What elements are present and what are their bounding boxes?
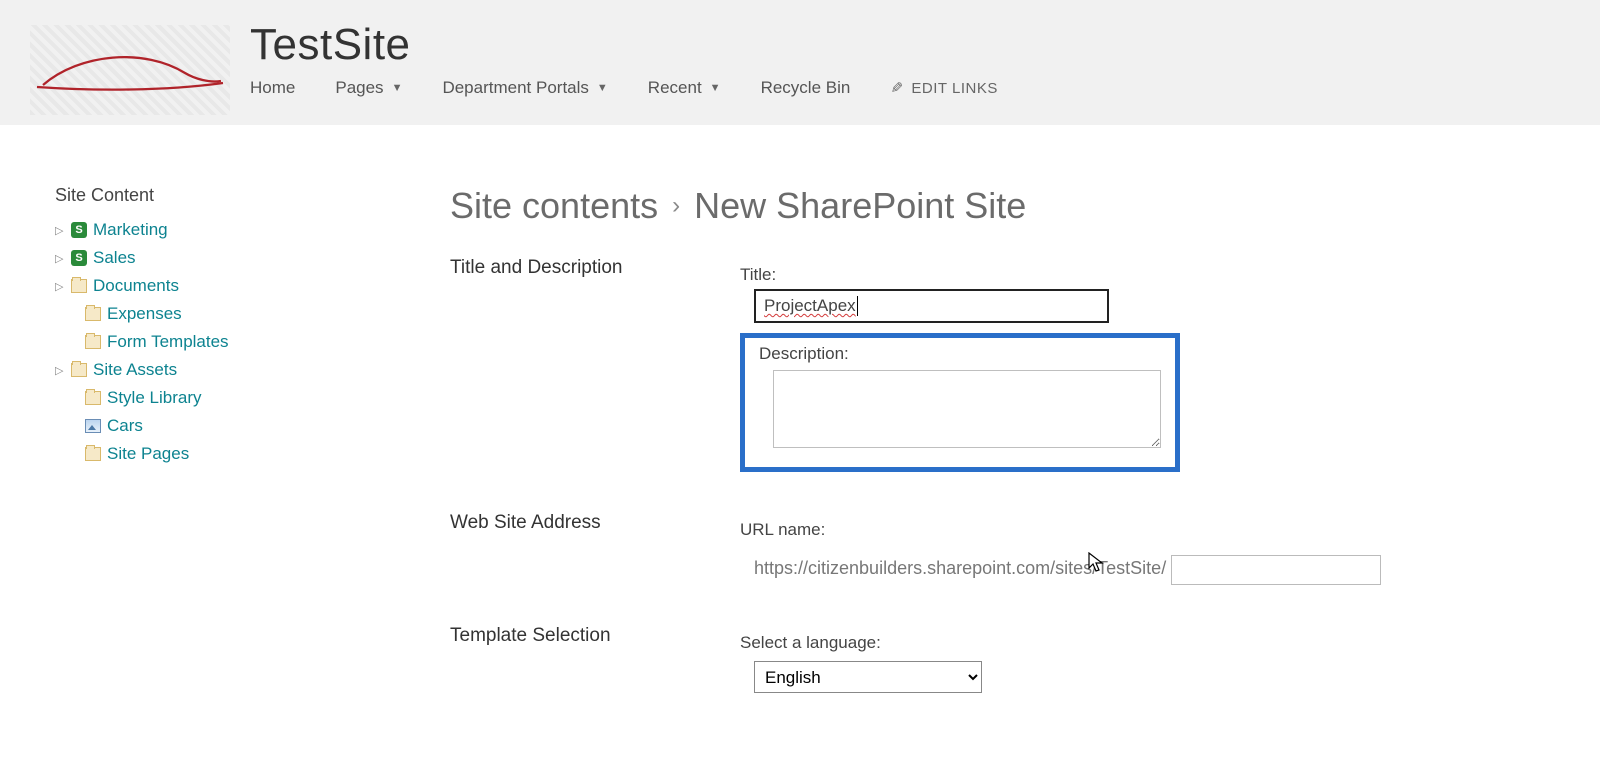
sidebar-item-form-templates[interactable]: Form Templates <box>55 328 290 356</box>
sidebar-item-marketing[interactable]: ▷ S Marketing <box>55 216 290 244</box>
sidebar-item-label: Form Templates <box>107 332 229 352</box>
caret-down-icon: ▼ <box>392 82 403 94</box>
sidebar-item-label: Site Pages <box>107 444 189 464</box>
folder-icon <box>85 306 101 322</box>
breadcrumb: Site contents › New SharePoint Site <box>450 185 1560 227</box>
nav-recent[interactable]: Recent▼ <box>648 78 721 98</box>
nav-department-portals[interactable]: Department Portals▼ <box>442 78 607 98</box>
sidebar-item-sales[interactable]: ▷ S Sales <box>55 244 290 272</box>
section-template-selection: Template Selection <box>450 625 740 647</box>
url-prefix: https://citizenbuilders.sharepoint.com/s… <box>754 558 1166 579</box>
description-highlight-box: Description: <box>740 333 1180 472</box>
sidebar-item-label: Site Assets <box>93 360 177 380</box>
expand-icon[interactable]: ▷ <box>55 364 67 377</box>
folder-icon <box>85 334 101 350</box>
car-logo-icon <box>35 45 225 95</box>
expand-icon[interactable]: ▷ <box>55 252 67 265</box>
sidebar-item-site-pages[interactable]: Site Pages <box>55 440 290 468</box>
sidebar-item-label: Sales <box>93 248 136 268</box>
sidebar-item-expenses[interactable]: Expenses <box>55 300 290 328</box>
top-nav: Home Pages▼ Department Portals▼ Recent▼ … <box>250 78 998 98</box>
language-select[interactable]: English <box>754 661 982 693</box>
breadcrumb-separator-icon: › <box>672 192 680 220</box>
url-name-input[interactable] <box>1171 555 1381 585</box>
description-textarea[interactable] <box>773 370 1161 448</box>
url-name-label: URL name: <box>740 520 1560 540</box>
breadcrumb-part2: New SharePoint Site <box>694 185 1026 227</box>
caret-down-icon: ▼ <box>597 82 608 94</box>
sidebar-item-label: Cars <box>107 416 143 436</box>
expand-icon[interactable]: ▷ <box>55 280 67 293</box>
section-web-address: Web Site Address <box>450 512 740 534</box>
sidebar-item-documents[interactable]: ▷ Documents <box>55 272 290 300</box>
folder-icon <box>85 446 101 462</box>
section-title-description: Title and Description <box>450 257 740 279</box>
title-label: Title: <box>740 265 1560 285</box>
language-label: Select a language: <box>740 633 1560 653</box>
nav-recycle-bin[interactable]: Recycle Bin <box>761 78 851 98</box>
folder-icon <box>71 278 87 294</box>
site-title[interactable]: TestSite <box>250 20 998 70</box>
pencil-icon: ✎ <box>890 79 903 97</box>
caret-down-icon: ▼ <box>710 82 721 94</box>
picture-library-icon <box>85 418 101 434</box>
sidebar-item-label: Marketing <box>93 220 168 240</box>
sidebar-item-cars[interactable]: Cars <box>55 412 290 440</box>
folder-icon <box>85 390 101 406</box>
site-header: TestSite Home Pages▼ Department Portals▼… <box>0 0 1600 125</box>
sidebar-item-label: Expenses <box>107 304 182 324</box>
description-label: Description: <box>759 344 1157 364</box>
sidebar-tree: ▷ S Marketing ▷ S Sales ▷ Documents Expenses Form… <box>55 216 290 468</box>
sharepoint-site-icon: S <box>71 250 87 266</box>
title-input[interactable]: ProjectApex <box>754 289 1109 323</box>
nav-pages[interactable]: Pages▼ <box>335 78 402 98</box>
sidebar-item-label: Documents <box>93 276 179 296</box>
sidebar-heading[interactable]: Site Content <box>55 185 290 206</box>
folder-icon <box>71 362 87 378</box>
sidebar-item-style-library[interactable]: Style Library <box>55 384 290 412</box>
main-content: Site contents › New SharePoint Site Titl… <box>290 185 1600 703</box>
sharepoint-site-icon: S <box>71 222 87 238</box>
site-logo[interactable] <box>30 25 230 115</box>
breadcrumb-part1[interactable]: Site contents <box>450 185 658 227</box>
nav-home[interactable]: Home <box>250 78 295 98</box>
edit-links-button[interactable]: ✎ EDIT LINKS <box>890 79 998 97</box>
sidebar-item-label: Style Library <box>107 388 201 408</box>
expand-icon[interactable]: ▷ <box>55 224 67 237</box>
left-sidebar: Site Content ▷ S Marketing ▷ S Sales ▷ Document… <box>0 185 290 703</box>
sidebar-item-site-assets[interactable]: ▷ Site Assets <box>55 356 290 384</box>
text-cursor <box>857 296 858 316</box>
